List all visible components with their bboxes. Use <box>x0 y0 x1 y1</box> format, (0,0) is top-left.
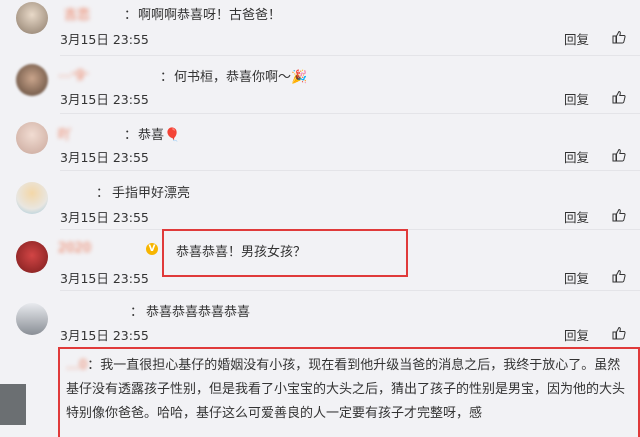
thumbs-up-icon[interactable] <box>612 148 626 162</box>
reply-button[interactable]: 回复 <box>564 268 589 287</box>
colon: ： <box>124 8 138 23</box>
colon: ： <box>124 128 138 143</box>
reply-button[interactable]: 回复 <box>564 207 589 226</box>
reply-button[interactable]: 回复 <box>564 89 589 108</box>
comment-item: ： 恭喜恭喜恭喜恭喜 3月15日 23:55 回复 <box>0 291 640 346</box>
avatar[interactable] <box>16 182 48 214</box>
username[interactable]: …0 <box>66 358 87 373</box>
timestamp: 3月15日 23:55 <box>60 328 149 343</box>
timestamp: 3月15日 23:55 <box>60 32 149 47</box>
username[interactable]: 2020 <box>58 241 142 256</box>
reply-button[interactable]: 回复 <box>564 325 589 344</box>
verified-badge-icon: V <box>146 243 158 255</box>
colon: ： <box>87 358 101 373</box>
timestamp: 3月15日 23:55 <box>60 210 149 225</box>
avatar[interactable] <box>16 122 48 154</box>
reply-button[interactable]: 回复 <box>564 147 589 166</box>
comment-text: …0：我一直很担心基仔的婚姻没有小孩，现在看到他升级当爸的消息之后，我终于放心了… <box>66 354 632 426</box>
thumbs-up-icon[interactable] <box>612 326 626 340</box>
comment-item: ： 手指甲好漂亮 3月15日 23:55 回复 <box>0 172 640 230</box>
comment-item: 2020 V 恭喜恭喜！男孩女孩？ 3月15日 23:55 回复 <box>0 229 640 291</box>
timestamp: 3月15日 23:55 <box>60 150 149 165</box>
avatar[interactable] <box>16 241 48 273</box>
timestamp: 3月15日 23:55 <box>60 271 149 286</box>
comment-body: 我一直很担心基仔的婚姻没有小孩，现在看到他升级当爸的消息之后，我终于放心了。虽然… <box>66 358 626 421</box>
username[interactable]: …-g- <box>58 66 170 81</box>
reply-button[interactable]: 回复 <box>564 29 589 48</box>
colon: ： <box>160 70 174 85</box>
comment-item: …-g- ： 何书桓，恭喜你啊～🎉 3月15日 23:55 回复 <box>0 56 640 114</box>
divider <box>60 170 640 171</box>
avatar[interactable] <box>16 64 48 96</box>
comment-item: 吖 ： 恭喜🎈 3月15日 23:55 回复 <box>0 114 640 172</box>
thumbs-up-icon[interactable] <box>612 208 626 222</box>
comment-text: 恭喜🎈 <box>138 128 181 143</box>
username[interactable]: 吉恋 <box>64 4 124 23</box>
colon: ： <box>96 186 110 201</box>
colon: ： <box>130 305 144 320</box>
comment-text: 啊啊啊恭喜呀！古爸爸！ <box>138 8 282 23</box>
timestamp: 3月15日 23:55 <box>60 92 149 107</box>
avatar[interactable] <box>16 303 48 335</box>
thumbs-up-icon[interactable] <box>612 90 626 104</box>
thumbs-up-icon[interactable] <box>612 30 626 44</box>
comment-text: 恭喜恭喜！男孩女孩？ <box>176 245 307 260</box>
comment-text: 手指甲好漂亮 <box>112 186 191 201</box>
avatar[interactable] <box>0 384 26 425</box>
comment-text: 何书桓，恭喜你啊～🎉 <box>174 70 308 85</box>
username[interactable]: 吖 <box>58 124 118 143</box>
comment-text: 恭喜恭喜恭喜恭喜 <box>146 305 251 320</box>
thumbs-up-icon[interactable] <box>612 269 626 283</box>
comment-item: 吉恋 ： 啊啊啊恭喜呀！古爸爸！ 3月15日 23:55 回复 <box>0 0 640 56</box>
avatar[interactable] <box>16 2 48 34</box>
